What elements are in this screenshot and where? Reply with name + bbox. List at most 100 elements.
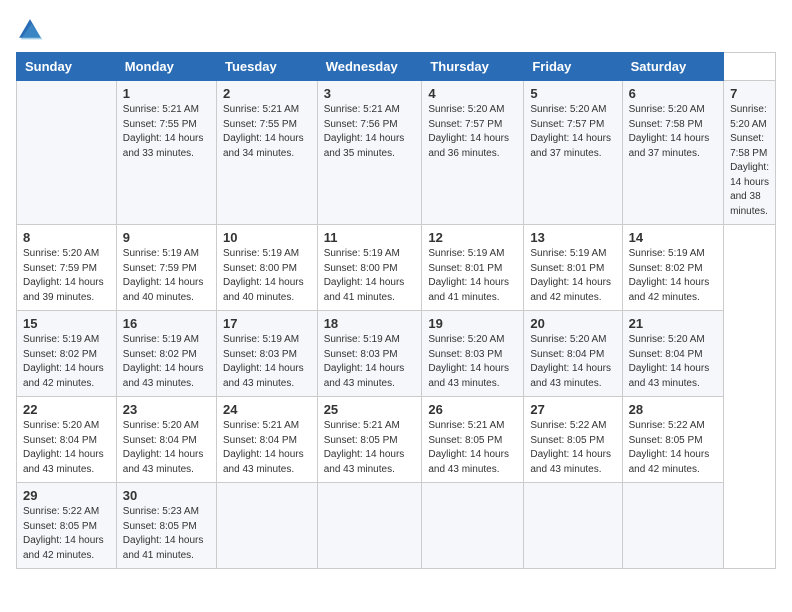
week-row-1: 1 Sunrise: 5:21 AMSunset: 7:55 PMDaylight… bbox=[17, 81, 776, 225]
calendar-cell bbox=[524, 483, 622, 569]
day-info: Sunrise: 5:19 AMSunset: 8:03 PMDaylight:… bbox=[324, 333, 416, 391]
weekday-header-monday: Monday bbox=[116, 53, 216, 81]
day-number: 14 bbox=[629, 230, 717, 245]
day-info: Sunrise: 5:23 AMSunset: 8:05 PMDaylight:… bbox=[123, 505, 210, 563]
day-number: 26 bbox=[428, 402, 517, 417]
day-info: Sunrise: 5:20 AMSunset: 8:04 PMDaylight:… bbox=[530, 333, 615, 391]
day-info: Sunrise: 5:19 AMSunset: 7:59 PMDaylight:… bbox=[123, 247, 210, 305]
day-info: Sunrise: 5:22 AMSunset: 8:05 PMDaylight:… bbox=[530, 419, 615, 477]
calendar-cell: 21 Sunrise: 5:20 AMSunset: 8:04 PMDayligh… bbox=[622, 311, 723, 397]
day-number: 16 bbox=[123, 316, 210, 331]
day-number: 9 bbox=[123, 230, 210, 245]
day-number: 13 bbox=[530, 230, 615, 245]
calendar-cell: 6 Sunrise: 5:20 AMSunset: 7:58 PMDaylight… bbox=[622, 81, 723, 225]
calendar-cell: 27 Sunrise: 5:22 AMSunset: 8:05 PMDayligh… bbox=[524, 397, 622, 483]
day-number: 18 bbox=[324, 316, 416, 331]
calendar-cell bbox=[317, 483, 422, 569]
calendar-cell: 10Sunrise: 5:19 AMSunset: 8:00 PMDayligh… bbox=[216, 225, 317, 311]
day-info: Sunrise: 5:19 AMSunset: 8:03 PMDaylight:… bbox=[223, 333, 311, 391]
calendar-cell bbox=[622, 483, 723, 569]
day-number: 24 bbox=[223, 402, 311, 417]
weekday-header-thursday: Thursday bbox=[422, 53, 524, 81]
calendar-cell: 2Sunrise: 5:21 AMSunset: 7:55 PMDaylight… bbox=[216, 81, 317, 225]
calendar-cell bbox=[216, 483, 317, 569]
calendar-cell: 22 Sunrise: 5:20 AMSunset: 8:04 PMDayligh… bbox=[17, 397, 117, 483]
calendar-cell: 13Sunrise: 5:19 AMSunset: 8:01 PMDayligh… bbox=[524, 225, 622, 311]
day-info: Sunrise: 5:20 AMSunset: 7:58 PMDaylight:… bbox=[730, 103, 769, 219]
day-number: 12 bbox=[428, 230, 517, 245]
calendar-cell: 9 Sunrise: 5:19 AMSunset: 7:59 PMDaylight… bbox=[116, 225, 216, 311]
day-number: 30 bbox=[123, 488, 210, 503]
weekday-header-row: SundayMondayTuesdayWednesdayThursdayFrid… bbox=[17, 53, 776, 81]
week-row-2: 8 Sunrise: 5:20 AMSunset: 7:59 PMDaylight… bbox=[17, 225, 776, 311]
week-row-4: 22 Sunrise: 5:20 AMSunset: 8:04 PMDayligh… bbox=[17, 397, 776, 483]
day-info: Sunrise: 5:20 AMSunset: 8:03 PMDaylight:… bbox=[428, 333, 517, 391]
day-number: 5 bbox=[530, 86, 615, 101]
weekday-header-tuesday: Tuesday bbox=[216, 53, 317, 81]
day-info: Sunrise: 5:19 AMSunset: 8:02 PMDaylight:… bbox=[23, 333, 110, 391]
calendar-cell: 30 Sunrise: 5:23 AMSunset: 8:05 PMDayligh… bbox=[116, 483, 216, 569]
day-info: Sunrise: 5:21 AMSunset: 7:56 PMDaylight:… bbox=[324, 103, 416, 161]
day-info: Sunrise: 5:20 AMSunset: 7:58 PMDaylight:… bbox=[629, 103, 717, 161]
day-number: 27 bbox=[530, 402, 615, 417]
day-number: 22 bbox=[23, 402, 110, 417]
day-number: 23 bbox=[123, 402, 210, 417]
calendar-cell bbox=[422, 483, 524, 569]
calendar-cell: 15 Sunrise: 5:19 AMSunset: 8:02 PMDayligh… bbox=[17, 311, 117, 397]
calendar-cell: 12 Sunrise: 5:19 AMSunset: 8:01 PMDayligh… bbox=[422, 225, 524, 311]
day-number: 7 bbox=[730, 86, 769, 101]
calendar-cell: 28 Sunrise: 5:22 AMSunset: 8:05 PMDayligh… bbox=[622, 397, 723, 483]
day-number: 1 bbox=[123, 86, 210, 101]
day-number: 15 bbox=[23, 316, 110, 331]
day-number: 8 bbox=[23, 230, 110, 245]
day-info: Sunrise: 5:19 AMSunset: 8:00 PMDaylight:… bbox=[324, 247, 416, 305]
day-number: 29 bbox=[23, 488, 110, 503]
calendar-cell: 16 Sunrise: 5:19 AMSunset: 8:02 PMDayligh… bbox=[116, 311, 216, 397]
calendar-cell: 7 Sunrise: 5:20 AMSunset: 7:58 PMDaylight… bbox=[724, 81, 776, 225]
day-info: Sunrise: 5:19 AMSunset: 8:02 PMDaylight:… bbox=[123, 333, 210, 391]
day-info: Sunrise: 5:19 AMSunset: 8:02 PMDaylight:… bbox=[629, 247, 717, 305]
calendar-table: SundayMondayTuesdayWednesdayThursdayFrid… bbox=[16, 52, 776, 569]
day-info: Sunrise: 5:22 AMSunset: 8:05 PMDaylight:… bbox=[629, 419, 717, 477]
calendar-cell: 20 Sunrise: 5:20 AMSunset: 8:04 PMDayligh… bbox=[524, 311, 622, 397]
day-info: Sunrise: 5:21 AMSunset: 8:05 PMDaylight:… bbox=[324, 419, 416, 477]
calendar-header: SundayMondayTuesdayWednesdayThursdayFrid… bbox=[17, 53, 776, 81]
day-number: 21 bbox=[629, 316, 717, 331]
calendar-cell: 1 Sunrise: 5:21 AMSunset: 7:55 PMDaylight… bbox=[116, 81, 216, 225]
calendar-body: 1 Sunrise: 5:21 AMSunset: 7:55 PMDaylight… bbox=[17, 81, 776, 569]
day-info: Sunrise: 5:20 AMSunset: 7:59 PMDaylight:… bbox=[23, 247, 110, 305]
calendar-cell: 24Sunrise: 5:21 AMSunset: 8:04 PMDayligh… bbox=[216, 397, 317, 483]
week-row-3: 15 Sunrise: 5:19 AMSunset: 8:02 PMDayligh… bbox=[17, 311, 776, 397]
day-info: Sunrise: 5:20 AMSunset: 7:57 PMDaylight:… bbox=[428, 103, 517, 161]
calendar-cell: 19Sunrise: 5:20 AMSunset: 8:03 PMDayligh… bbox=[422, 311, 524, 397]
calendar-cell: 29Sunrise: 5:22 AMSunset: 8:05 PMDayligh… bbox=[17, 483, 117, 569]
week-row-5: 29Sunrise: 5:22 AMSunset: 8:05 PMDayligh… bbox=[17, 483, 776, 569]
weekday-header-friday: Friday bbox=[524, 53, 622, 81]
weekday-header-sunday: Sunday bbox=[17, 53, 117, 81]
day-info: Sunrise: 5:21 AMSunset: 7:55 PMDaylight:… bbox=[123, 103, 210, 161]
day-number: 17 bbox=[223, 316, 311, 331]
calendar-cell: 4Sunrise: 5:20 AMSunset: 7:57 PMDaylight… bbox=[422, 81, 524, 225]
day-number: 28 bbox=[629, 402, 717, 417]
empty-cell bbox=[17, 81, 117, 225]
day-info: Sunrise: 5:19 AMSunset: 8:01 PMDaylight:… bbox=[428, 247, 517, 305]
calendar-cell: 25Sunrise: 5:21 AMSunset: 8:05 PMDayligh… bbox=[317, 397, 422, 483]
calendar-cell: 26Sunrise: 5:21 AMSunset: 8:05 PMDayligh… bbox=[422, 397, 524, 483]
weekday-header-saturday: Saturday bbox=[622, 53, 723, 81]
day-info: Sunrise: 5:20 AMSunset: 7:57 PMDaylight:… bbox=[530, 103, 615, 161]
day-number: 6 bbox=[629, 86, 717, 101]
day-info: Sunrise: 5:20 AMSunset: 8:04 PMDaylight:… bbox=[123, 419, 210, 477]
logo-icon bbox=[16, 16, 44, 44]
day-number: 20 bbox=[530, 316, 615, 331]
day-number: 11 bbox=[324, 230, 416, 245]
day-info: Sunrise: 5:19 AMSunset: 8:00 PMDaylight:… bbox=[223, 247, 311, 305]
day-info: Sunrise: 5:20 AMSunset: 8:04 PMDaylight:… bbox=[629, 333, 717, 391]
calendar-cell: 18 Sunrise: 5:19 AMSunset: 8:03 PMDayligh… bbox=[317, 311, 422, 397]
calendar-cell: 17 Sunrise: 5:19 AMSunset: 8:03 PMDayligh… bbox=[216, 311, 317, 397]
logo bbox=[16, 16, 48, 44]
day-info: Sunrise: 5:20 AMSunset: 8:04 PMDaylight:… bbox=[23, 419, 110, 477]
day-number: 3 bbox=[324, 86, 416, 101]
calendar-cell: 8 Sunrise: 5:20 AMSunset: 7:59 PMDaylight… bbox=[17, 225, 117, 311]
day-number: 2 bbox=[223, 86, 311, 101]
calendar-cell: 5 Sunrise: 5:20 AMSunset: 7:57 PMDaylight… bbox=[524, 81, 622, 225]
